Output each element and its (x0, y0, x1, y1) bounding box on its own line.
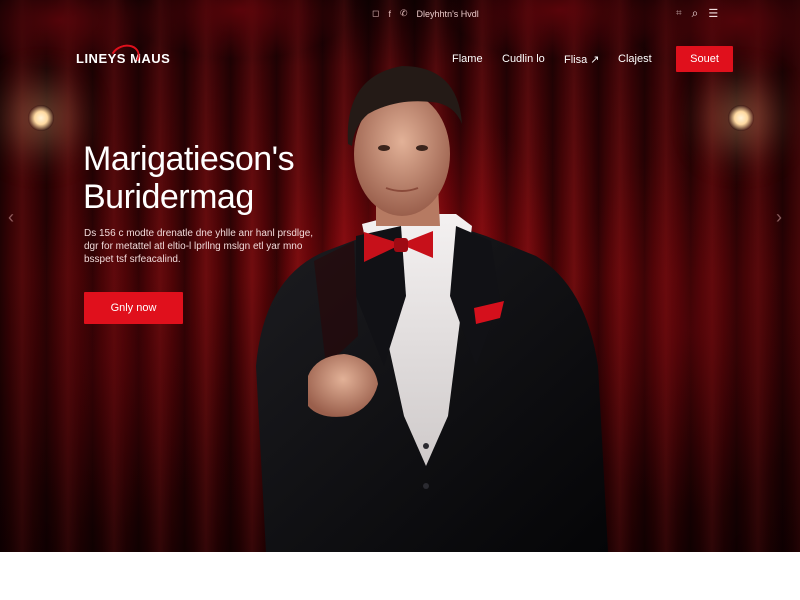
facebook-icon[interactable]: f (388, 9, 391, 19)
hero-description: Ds 156 c modte drenatle dne yhlle anr ha… (84, 228, 314, 265)
carousel-prev-icon[interactable]: ‹ (8, 207, 14, 228)
headline-line-2: Buridermag (83, 178, 254, 216)
menu-icon[interactable]: ☰ (708, 7, 718, 20)
spotlight-right (728, 105, 754, 131)
hero-man-in-tuxedo-image (256, 66, 608, 552)
hero-cta-button[interactable]: Gnly now (84, 292, 183, 324)
carousel-next-icon[interactable]: › (776, 207, 782, 228)
topbar-contact: ◻ f ✆ Dleyhhtn's Hvdl (372, 8, 479, 19)
nav-item-cudlin[interactable]: Cudlin lo (502, 53, 545, 65)
phone-icon[interactable]: ✆ (400, 8, 408, 19)
top-utility-bar: ◻ f ✆ Dleyhhtn's Hvdl ⌗ ⌕ ☰ (0, 0, 800, 28)
cart-icon[interactable]: ⌗ (676, 8, 682, 19)
brand-logo[interactable]: LINEYS MAUS (76, 40, 170, 74)
page-bottom-area (0, 552, 800, 600)
instagram-icon[interactable]: ◻ (372, 8, 379, 19)
header-cta-button[interactable]: Souet (676, 46, 733, 72)
nav-item-flisa[interactable]: Flisa ↗ (564, 53, 600, 66)
hero-headline: Marigatieson's Buridermag (83, 140, 295, 216)
headline-line-1: Marigatieson's (83, 140, 295, 178)
nav-item-clajest[interactable]: Clajest (618, 53, 652, 65)
contact-text: Dleyhhtn's Hvdl (416, 8, 479, 19)
nav-item-flame[interactable]: Flame (452, 53, 483, 65)
topbar-actions: ⌗ ⌕ ☰ (676, 6, 718, 21)
hero-section: ◻ f ✆ Dleyhhtn's Hvdl ⌗ ⌕ ☰ LINEYS MAUS … (0, 0, 800, 552)
spotlight-left (28, 105, 54, 131)
search-icon[interactable]: ⌕ (692, 6, 699, 21)
